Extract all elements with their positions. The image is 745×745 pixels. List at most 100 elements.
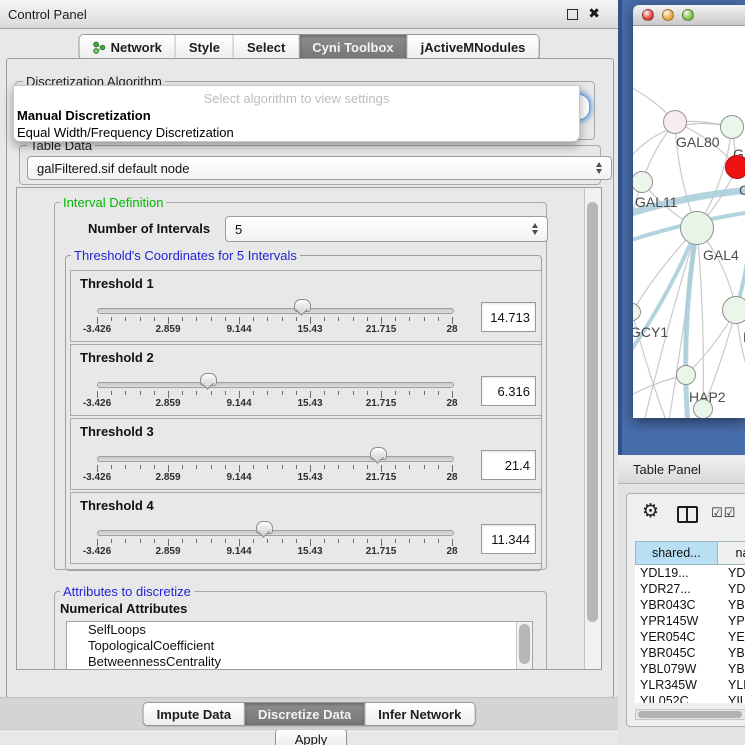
table-row[interactable]: YBR045CYBR0: [635, 645, 745, 661]
axis-tick: [452, 465, 453, 472]
axis-tick: [125, 465, 126, 469]
axis-tick: [438, 391, 439, 395]
axis-tick: [310, 391, 311, 398]
slider-thumb[interactable]: [200, 373, 217, 386]
tab-jactivemnodules[interactable]: jActiveMNodules: [407, 35, 539, 59]
table-cell[interactable]: YBR043C: [635, 597, 718, 613]
table-cell[interactable]: YLR3: [718, 677, 745, 693]
zoom-traffic-light-icon[interactable]: [682, 9, 694, 21]
axis-tick: [409, 465, 410, 469]
list-scrollbar[interactable]: [516, 622, 532, 670]
axis-tick: [452, 391, 453, 398]
slider-track[interactable]: [97, 530, 454, 536]
list-item[interactable]: TopologicalCoefficient: [67, 638, 532, 654]
threshold-value-field[interactable]: 11.344: [481, 524, 536, 554]
apply-button[interactable]: Apply: [275, 728, 347, 745]
table-cell[interactable]: YER054C: [635, 629, 718, 645]
table-cell[interactable]: YIL0: [718, 693, 745, 703]
axis-tick: [111, 317, 112, 321]
column-header-name[interactable]: na: [718, 542, 745, 564]
slider-track[interactable]: [97, 456, 454, 462]
control-panel-window: Control Panel ✖ NetworkStyleSelectCyni T…: [0, 0, 619, 745]
table-cell[interactable]: YDL1: [718, 565, 745, 581]
minimize-traffic-light-icon[interactable]: [662, 9, 674, 21]
table-cell[interactable]: YDR2: [718, 581, 745, 597]
list-item[interactable]: BetweennessCentrality: [67, 654, 532, 670]
tab-infer-network[interactable]: Infer Network: [364, 703, 474, 725]
column-header-shared-name[interactable]: shared...: [636, 542, 718, 564]
slider-track[interactable]: [97, 382, 454, 388]
float-window-icon[interactable]: [567, 9, 578, 20]
tab-network[interactable]: Network: [80, 35, 175, 59]
network-node-ga[interactable]: [720, 115, 744, 139]
table-cell[interactable]: YIL052C: [635, 693, 718, 703]
table-row[interactable]: YER054CYER0: [635, 629, 745, 645]
table-cell[interactable]: YPR1: [718, 613, 745, 629]
column-split-icon[interactable]: [677, 506, 698, 523]
tab-cyni-toolbox[interactable]: Cyni Toolbox: [298, 35, 406, 59]
numerical-attributes-list[interactable]: SelfLoopsTopologicalCoefficientBetweenne…: [66, 621, 533, 670]
close-icon[interactable]: ✖: [588, 5, 600, 22]
network-node-h[interactable]: [722, 296, 745, 324]
network-canvas[interactable]: GAL80GACGAL11GAL4GCY1HHAP2: [633, 26, 745, 418]
network-node-c[interactable]: [725, 155, 745, 179]
network-node-hap2[interactable]: [676, 365, 696, 385]
thresholds-group: Threshold's Coordinates for 5 Intervals …: [65, 255, 542, 571]
threshold-value-field[interactable]: 6.316: [481, 376, 536, 406]
table-row[interactable]: YBL079WYBL0: [635, 661, 745, 677]
table-row[interactable]: YLR345WYLR3: [635, 677, 745, 693]
network-node-gal80[interactable]: [663, 110, 687, 134]
slider-track[interactable]: [97, 308, 454, 314]
axis-tick-label: 2.859: [146, 324, 190, 335]
tab-select[interactable]: Select: [233, 35, 298, 59]
slider-thumb[interactable]: [294, 299, 311, 312]
tab-label: Style: [189, 40, 220, 55]
table-row[interactable]: YDR27...YDR2: [635, 581, 745, 597]
scrollbar-thumb[interactable]: [587, 202, 598, 622]
axis-tick: [381, 539, 382, 546]
tab-style[interactable]: Style: [175, 35, 233, 59]
axis-tick: [182, 465, 183, 469]
dropdown-option-manual[interactable]: Manual Discretization: [17, 108, 151, 123]
table-body: YDL19...YDL1YDR27...YDR2YBR043CYBR0YPR14…: [635, 565, 745, 703]
table-cell[interactable]: YER0: [718, 629, 745, 645]
slider-thumb[interactable]: [256, 521, 273, 534]
threshold-value-field[interactable]: 14.713: [481, 302, 536, 332]
number-of-intervals-combobox[interactable]: 5: [225, 216, 548, 242]
axis-tick: [438, 465, 439, 469]
scrollbar-thumb[interactable]: [638, 711, 742, 718]
threshold-value-field[interactable]: 21.4: [481, 450, 536, 480]
close-traffic-light-icon[interactable]: [642, 9, 654, 21]
gear-icon[interactable]: ⚙: [642, 502, 659, 521]
table-cell[interactable]: YBL079W: [635, 661, 718, 677]
list-item[interactable]: SelfLoops: [67, 622, 532, 638]
network-node[interactable]: [693, 399, 713, 418]
table-cell[interactable]: YPR145W: [635, 613, 718, 629]
checkbox-icons[interactable]: ☑☑: [711, 505, 736, 521]
slider-thumb[interactable]: [370, 447, 387, 460]
dropdown-option-equal-width[interactable]: Equal Width/Frequency Discretization: [17, 125, 234, 140]
table-data-combobox[interactable]: galFiltered.sif default node: [27, 156, 612, 180]
tab-discretize-data[interactable]: Discretize Data: [244, 703, 364, 725]
table-cell[interactable]: YBR0: [718, 645, 745, 661]
axis-tick: [239, 317, 240, 324]
table-horizontal-scrollbar[interactable]: [635, 709, 745, 720]
axis-tick: [282, 465, 283, 469]
interval-definition-group: Interval Definition Number of Intervals …: [54, 202, 547, 570]
axis-tick: [97, 465, 98, 472]
network-node-gal4[interactable]: [680, 211, 714, 245]
table-row[interactable]: YIL052CYIL0: [635, 693, 745, 703]
table-cell[interactable]: YBR045C: [635, 645, 718, 661]
table-cell[interactable]: YLR345W: [635, 677, 718, 693]
table-cell[interactable]: YDR27...: [635, 581, 718, 597]
axis-tick: [367, 465, 368, 469]
table-cell[interactable]: YBL0: [718, 661, 745, 677]
settings-vertical-scrollbar[interactable]: [584, 188, 601, 669]
table-cell[interactable]: YDL19...: [635, 565, 718, 581]
axis-tick: [324, 317, 325, 321]
table-row[interactable]: YDL19...YDL1: [635, 565, 745, 581]
table-row[interactable]: YPR145WYPR1: [635, 613, 745, 629]
tab-impute-data[interactable]: Impute Data: [144, 703, 244, 725]
table-cell[interactable]: YBR0: [718, 597, 745, 613]
table-row[interactable]: YBR043CYBR0: [635, 597, 745, 613]
